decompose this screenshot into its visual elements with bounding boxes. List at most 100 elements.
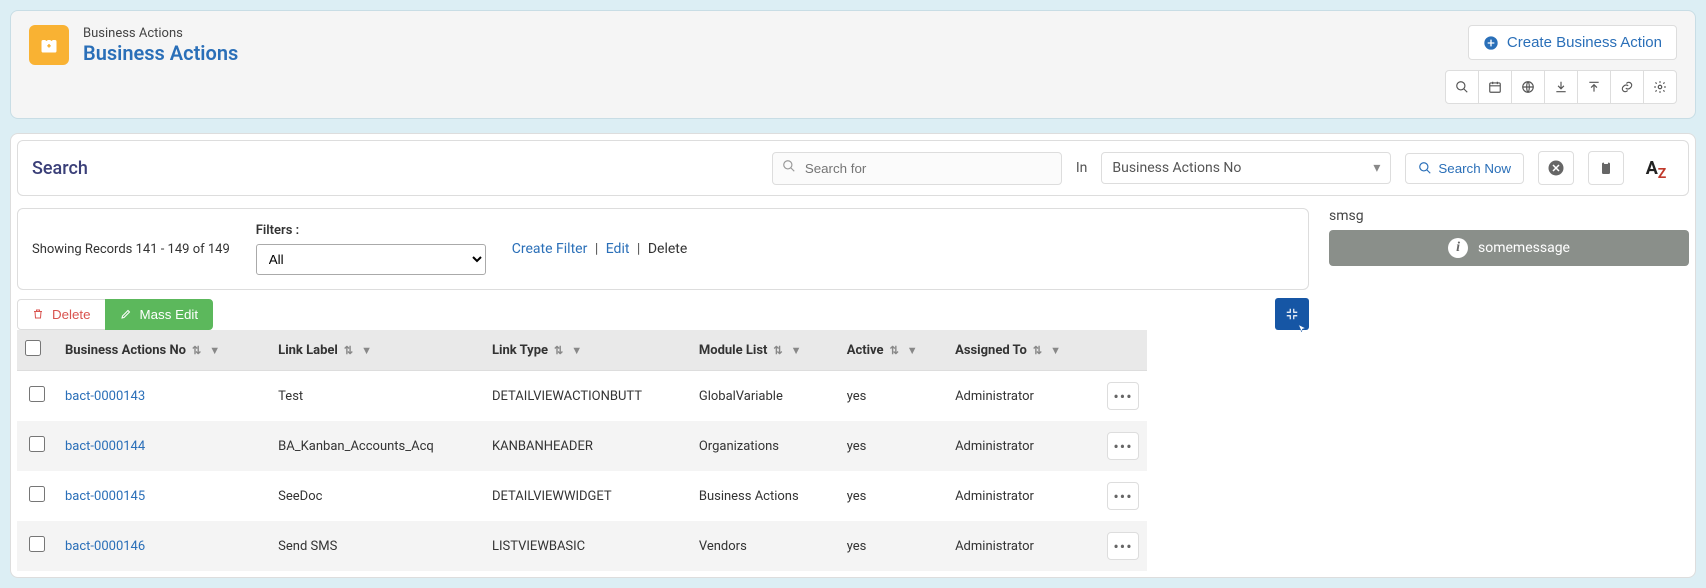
sort-icon[interactable]: ⇅ [1033,344,1042,357]
table-row: bact-0000143TestDETAILVIEWACTIONBUTTGlob… [17,371,1147,422]
link-type-cell: KANBANHEADER [484,421,691,471]
link-label-cell: Test [270,371,484,422]
row-checkbox[interactable] [29,436,45,452]
assigned-to-cell: Administrator [947,471,1099,521]
row-actions-button[interactable]: ••• [1107,382,1139,410]
side-message-panel: smsg i somemessage [1329,208,1689,266]
active-cell: yes [839,421,947,471]
link-icon[interactable] [1610,70,1644,104]
search-input[interactable] [772,152,1062,185]
info-icon: i [1448,238,1468,258]
content-card: Search In Business Actions No Search Now… [10,133,1696,578]
clipboard-icon [1598,160,1614,176]
col-module-list[interactable]: Module List⇅▼ [691,330,839,371]
row-checkbox[interactable] [29,386,45,402]
page-header: Business Actions Business Actions Create… [10,10,1696,119]
table-row: bact-0000145 SeeDocDETAILVIEWWIDGETBusine… [17,471,1147,521]
link-type-cell: LISTVIEWBASIC [484,521,691,571]
filters-select[interactable]: All [256,244,486,275]
sort-icon[interactable]: ⇅ [344,344,353,357]
edit-filter-link[interactable]: Edit [606,241,630,257]
az-icon: AZ [1646,158,1667,179]
search-now-button[interactable]: Search Now [1405,153,1524,184]
filter-icon[interactable]: ▼ [571,344,582,357]
download-icon[interactable] [1544,70,1578,104]
compress-icon [1285,307,1299,321]
search-field-select[interactable]: Business Actions No [1101,152,1391,184]
clear-search-button[interactable] [1538,151,1574,185]
search-icon [782,159,796,177]
module-icon [29,25,69,65]
select-all-checkbox[interactable] [25,340,41,356]
ba-no-link[interactable]: bact-0000143 [65,389,145,404]
link-label-cell: SeeDoc [270,471,484,521]
col-link-type[interactable]: Link Type⇅▼ [484,330,691,371]
row-actions-button[interactable]: ••• [1107,532,1139,560]
filters-bar: Showing Records 141 - 149 of 149 Filters… [17,208,1309,290]
search-label: Search [32,158,88,179]
search-icon[interactable] [1445,70,1479,104]
create-filter-link[interactable]: Create Filter [512,241,588,257]
search-icon [1418,161,1432,175]
delete-button[interactable]: Delete [17,299,106,330]
cursor-icon [1297,324,1307,334]
globe-icon[interactable] [1511,70,1545,104]
delete-filter-text: Delete [648,241,687,257]
calendar-icon[interactable] [1478,70,1512,104]
in-label: In [1076,160,1088,176]
filter-icon[interactable]: ▼ [907,344,918,357]
col-active[interactable]: Active⇅▼ [839,330,947,371]
business-actions-table: Business Actions No⇅▼ Link Label⇅▼ Link … [17,330,1147,571]
collapse-button[interactable] [1275,298,1309,330]
trash-icon [32,308,44,320]
col-assigned-to[interactable]: Assigned To⇅▼ [947,330,1099,371]
page-title: Business Actions [83,41,238,65]
active-cell: yes [839,371,947,422]
upload-icon[interactable] [1577,70,1611,104]
alpha-sort-button[interactable]: AZ [1638,151,1674,185]
close-circle-icon [1547,159,1565,177]
col-link-label[interactable]: Link Label⇅▼ [270,330,484,371]
create-business-action-button[interactable]: Create Business Action [1468,25,1677,60]
sort-icon[interactable]: ⇅ [554,344,563,357]
link-type-cell: DETAILVIEWACTIONBUTT [484,371,691,422]
gear-icon[interactable] [1643,70,1677,104]
module-list-cell: Organizations [691,421,839,471]
filters-label: Filters : [256,223,486,238]
filter-icon[interactable]: ▼ [791,344,802,357]
sort-icon[interactable]: ⇅ [773,344,782,357]
ba-no-link[interactable]: bact-0000146 [65,539,145,554]
search-bar: Search In Business Actions No Search Now… [17,140,1689,196]
filter-icon[interactable]: ▼ [1050,344,1061,357]
link-type-cell: DETAILVIEWWIDGET [484,471,691,521]
side-msg-box: i somemessage [1329,230,1689,266]
row-actions-button[interactable]: ••• [1107,482,1139,510]
module-list-cell: Vendors [691,521,839,571]
link-label-cell: Send SMS [270,521,484,571]
bulk-actions-row: Delete Mass Edit [17,298,1309,330]
assigned-to-cell: Administrator [947,371,1099,422]
side-msg-text: somemessage [1478,240,1570,256]
ba-no-link[interactable]: bact-0000144 [65,439,145,454]
row-actions-button[interactable]: ••• [1107,432,1139,460]
side-msg-label: smsg [1329,208,1689,224]
filter-icon[interactable]: ▼ [361,344,372,357]
active-cell: yes [839,471,947,521]
row-checkbox[interactable] [29,536,45,552]
link-label-cell: BA_Kanban_Accounts_Acq [270,421,484,471]
filter-icon[interactable]: ▼ [209,344,220,357]
row-checkbox[interactable] [29,486,45,502]
active-cell: yes [839,521,947,571]
clipboard-button[interactable] [1588,151,1624,185]
assigned-to-cell: Administrator [947,521,1099,571]
ba-no-link[interactable]: bact-0000145 [65,489,145,504]
sort-icon[interactable]: ⇅ [890,344,899,357]
sort-icon[interactable]: ⇅ [192,344,201,357]
breadcrumb: Business Actions [83,26,238,41]
col-ba-no[interactable]: Business Actions No⇅▼ [57,330,270,371]
mass-edit-button[interactable]: Mass Edit [105,299,214,330]
module-list-cell: Business Actions [691,471,839,521]
pencil-icon [120,308,132,320]
records-count-text: Showing Records 141 - 149 of 149 [32,242,230,257]
assigned-to-cell: Administrator [947,421,1099,471]
